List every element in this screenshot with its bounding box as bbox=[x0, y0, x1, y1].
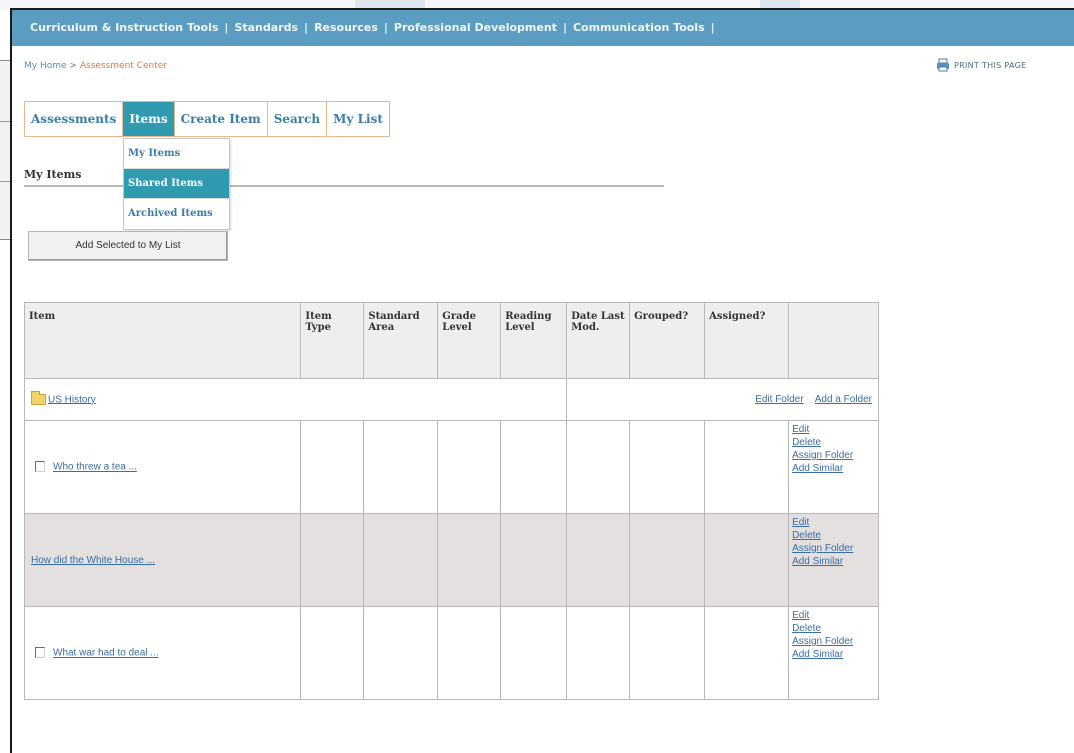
header-assigned[interactable]: Assigned? bbox=[704, 302, 790, 379]
item-link[interactable]: What war had to deal ... bbox=[53, 648, 159, 659]
edit-link[interactable]: Edit bbox=[792, 423, 878, 436]
delete-link[interactable]: Delete bbox=[792, 529, 878, 542]
print-label: PRINT THIS PAGE bbox=[954, 60, 1027, 70]
printer-icon bbox=[937, 58, 949, 72]
print-page-link[interactable]: PRINT THIS PAGE bbox=[936, 58, 1026, 72]
tab-search[interactable]: Search bbox=[268, 102, 328, 136]
header-grouped[interactable]: Grouped? bbox=[629, 302, 706, 379]
header-reading-level[interactable]: Reading Level bbox=[500, 302, 568, 379]
header-date-last-mod[interactable]: Date Last Mod. bbox=[566, 302, 631, 379]
tab-items[interactable]: Items bbox=[123, 102, 175, 136]
table-row: How did the White House ... Edit Delete … bbox=[23, 513, 879, 607]
section-divider bbox=[24, 185, 664, 187]
add-similar-link[interactable]: Add Similar bbox=[792, 462, 878, 475]
add-similar-link[interactable]: Add Similar bbox=[792, 555, 878, 568]
tab-assessments[interactable]: Assessments bbox=[25, 102, 124, 136]
edit-link[interactable]: Edit bbox=[792, 516, 878, 529]
header-standard-area[interactable]: Standard Area bbox=[363, 302, 439, 379]
add-folder-link[interactable]: Add a Folder bbox=[815, 394, 872, 405]
table-row: Who threw a tea ... Edit Delete Assign F… bbox=[23, 420, 879, 514]
assign-folder-link[interactable]: Assign Folder bbox=[792, 449, 878, 462]
menu-item-archived-items[interactable]: Archived Items bbox=[124, 199, 229, 229]
add-selected-button[interactable]: Add Selected to My List bbox=[28, 231, 228, 261]
table-header-row: Item Item Type Standard Area Grade Level… bbox=[23, 302, 879, 379]
row-actions: Edit Delete Assign Folder Add Similar bbox=[788, 606, 879, 700]
folder-link[interactable]: US History bbox=[48, 394, 96, 405]
breadcrumb-current: Assessment Center bbox=[79, 61, 167, 71]
nav-professional-development[interactable]: Professional Development bbox=[394, 21, 557, 34]
nav-standards[interactable]: Standards bbox=[234, 21, 298, 34]
row-actions: Edit Delete Assign Folder Add Similar bbox=[788, 513, 879, 607]
row-checkbox[interactable] bbox=[35, 647, 45, 659]
delete-link[interactable]: Delete bbox=[792, 622, 878, 635]
nav-communication-tools[interactable]: Communication Tools bbox=[573, 21, 705, 34]
folder-icon bbox=[31, 390, 46, 405]
nav-curriculum[interactable]: Curriculum & Instruction Tools bbox=[30, 21, 218, 34]
header-item[interactable]: Item bbox=[23, 302, 302, 379]
edit-folder-link[interactable]: Edit Folder bbox=[755, 394, 803, 405]
nav-resources[interactable]: Resources bbox=[314, 21, 378, 34]
tab-bar: Assessments Items Create Item Search My … bbox=[24, 101, 390, 137]
tab-my-list[interactable]: My List bbox=[327, 102, 389, 136]
menu-item-shared-items[interactable]: Shared Items bbox=[124, 169, 229, 199]
items-dropdown-menu: My Items Shared Items Archived Items bbox=[123, 138, 230, 230]
item-link[interactable]: How did the White House ... bbox=[31, 555, 155, 566]
top-navigation: Curriculum & Instruction Tools | Standards… bbox=[12, 10, 1074, 46]
tab-create-item[interactable]: Create Item bbox=[175, 102, 268, 136]
table-row: What war had to deal ... Edit Delete Ass… bbox=[23, 606, 879, 700]
header-item-type[interactable]: Item Type bbox=[300, 302, 365, 379]
assign-folder-link[interactable]: Assign Folder bbox=[792, 542, 878, 555]
header-grade-level[interactable]: Grade Level bbox=[437, 302, 502, 379]
assign-folder-link[interactable]: Assign Folder bbox=[792, 635, 878, 648]
item-link[interactable]: Who threw a tea ... bbox=[53, 462, 137, 473]
header-actions bbox=[788, 302, 879, 379]
breadcrumb: My Home > Assessment Center bbox=[24, 61, 167, 71]
delete-link[interactable]: Delete bbox=[792, 436, 878, 449]
breadcrumb-home[interactable]: My Home bbox=[24, 61, 67, 71]
row-checkbox[interactable] bbox=[35, 461, 45, 473]
edit-link[interactable]: Edit bbox=[792, 609, 878, 622]
items-table: Item Item Type Standard Area Grade Level… bbox=[23, 302, 879, 700]
folder-row: US History Edit Folder Add a Folder bbox=[23, 378, 879, 421]
add-similar-link[interactable]: Add Similar bbox=[792, 648, 878, 661]
row-actions: Edit Delete Assign Folder Add Similar bbox=[788, 420, 879, 514]
menu-item-my-items[interactable]: My Items bbox=[124, 139, 229, 169]
section-title: My Items bbox=[24, 168, 82, 181]
